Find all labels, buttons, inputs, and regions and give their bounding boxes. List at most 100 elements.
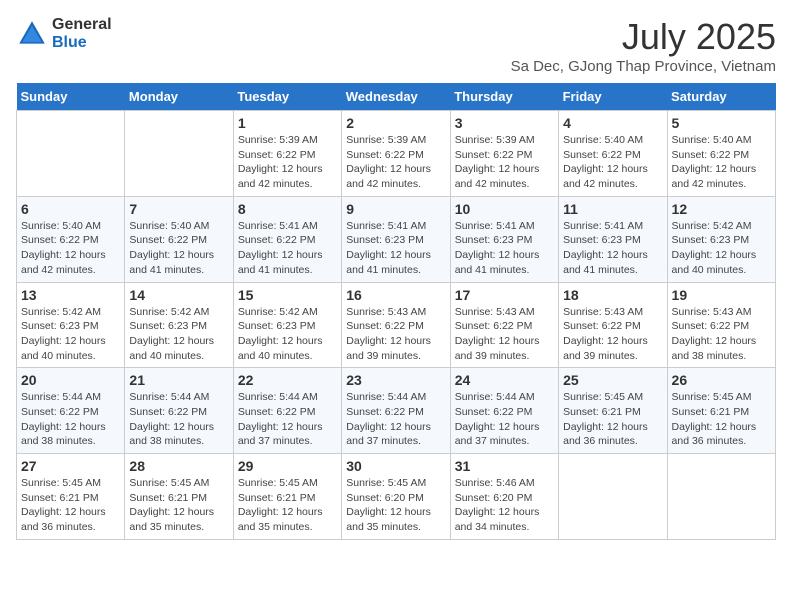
day-number: 2 bbox=[346, 115, 445, 131]
day-number: 7 bbox=[129, 201, 228, 217]
day-info: Sunrise: 5:41 AMSunset: 6:23 PMDaylight:… bbox=[455, 219, 554, 278]
logo-blue: Blue bbox=[52, 34, 112, 52]
table-cell: 9 Sunrise: 5:41 AMSunset: 6:23 PMDaylight… bbox=[342, 196, 450, 282]
logo-general: General bbox=[52, 16, 112, 34]
table-cell: 2 Sunrise: 5:39 AMSunset: 6:22 PMDaylight… bbox=[342, 111, 450, 197]
day-number: 25 bbox=[563, 372, 662, 388]
table-cell: 8Sunrise: 5:41 AMSunset: 6:22 PMDaylight… bbox=[233, 196, 341, 282]
day-info: Sunrise: 5:44 AMSunset: 6:22 PMDaylight:… bbox=[346, 390, 445, 449]
day-number: 3 bbox=[455, 115, 554, 131]
table-cell: 1Sunrise: 5:39 AMSunset: 6:22 PMDaylight… bbox=[233, 111, 341, 197]
table-cell: 5Sunrise: 5:40 AMSunset: 6:22 PMDaylight… bbox=[667, 111, 775, 197]
table-cell: 29 Sunrise: 5:45 AMSunset: 6:21 PMDayligh… bbox=[233, 454, 341, 540]
table-cell: 31 Sunrise: 5:46 AMSunset: 6:20 PMDayligh… bbox=[450, 454, 558, 540]
table-cell: 15 Sunrise: 5:42 AMSunset: 6:23 PMDayligh… bbox=[233, 282, 341, 368]
day-number: 30 bbox=[346, 458, 445, 474]
header-friday: Friday bbox=[559, 83, 667, 111]
day-info: Sunrise: 5:40 AMSunset: 6:22 PMDaylight:… bbox=[129, 219, 228, 278]
location-title: Sa Dec, GJong Thap Province, Vietnam bbox=[511, 58, 776, 75]
day-info: Sunrise: 5:43 AMSunset: 6:22 PMDaylight:… bbox=[672, 305, 771, 364]
week-row-4: 20 Sunrise: 5:44 AMSunset: 6:22 PMDayligh… bbox=[17, 368, 776, 454]
table-cell: 26Sunrise: 5:45 AMSunset: 6:21 PMDayligh… bbox=[667, 368, 775, 454]
table-cell: 3 Sunrise: 5:39 AMSunset: 6:22 PMDaylight… bbox=[450, 111, 558, 197]
day-number: 29 bbox=[238, 458, 337, 474]
day-info: Sunrise: 5:46 AMSunset: 6:20 PMDaylight:… bbox=[455, 476, 554, 535]
table-cell: 22 Sunrise: 5:44 AMSunset: 6:22 PMDayligh… bbox=[233, 368, 341, 454]
day-info: Sunrise: 5:43 AMSunset: 6:22 PMDaylight:… bbox=[455, 305, 554, 364]
day-number: 31 bbox=[455, 458, 554, 474]
day-info: Sunrise: 5:39 AMSunset: 6:22 PMDaylight:… bbox=[346, 133, 445, 192]
header-monday: Monday bbox=[125, 83, 233, 111]
day-number: 17 bbox=[455, 287, 554, 303]
table-cell: 20 Sunrise: 5:44 AMSunset: 6:22 PMDayligh… bbox=[17, 368, 125, 454]
day-info: Sunrise: 5:44 AMSunset: 6:22 PMDaylight:… bbox=[455, 390, 554, 449]
weekday-header-row: Sunday Monday Tuesday Wednesday Thursday… bbox=[17, 83, 776, 111]
day-number: 19 bbox=[672, 287, 771, 303]
day-number: 28 bbox=[129, 458, 228, 474]
calendar-table: Sunday Monday Tuesday Wednesday Thursday… bbox=[16, 83, 776, 540]
header-saturday: Saturday bbox=[667, 83, 775, 111]
table-cell: 13Sunrise: 5:42 AMSunset: 6:23 PMDayligh… bbox=[17, 282, 125, 368]
table-cell: 16 Sunrise: 5:43 AMSunset: 6:22 PMDayligh… bbox=[342, 282, 450, 368]
day-info: Sunrise: 5:42 AMSunset: 6:23 PMDaylight:… bbox=[672, 219, 771, 278]
day-number: 27 bbox=[21, 458, 120, 474]
day-info: Sunrise: 5:44 AMSunset: 6:22 PMDaylight:… bbox=[129, 390, 228, 449]
day-info: Sunrise: 5:45 AMSunset: 6:21 PMDaylight:… bbox=[21, 476, 120, 535]
table-cell: 6Sunrise: 5:40 AMSunset: 6:22 PMDaylight… bbox=[17, 196, 125, 282]
day-info: Sunrise: 5:43 AMSunset: 6:22 PMDaylight:… bbox=[563, 305, 662, 364]
table-cell: 11 Sunrise: 5:41 AMSunset: 6:23 PMDayligh… bbox=[559, 196, 667, 282]
table-cell: 14 Sunrise: 5:42 AMSunset: 6:23 PMDayligh… bbox=[125, 282, 233, 368]
week-row-3: 13Sunrise: 5:42 AMSunset: 6:23 PMDayligh… bbox=[17, 282, 776, 368]
week-row-5: 27 Sunrise: 5:45 AMSunset: 6:21 PMDayligh… bbox=[17, 454, 776, 540]
table-cell bbox=[125, 111, 233, 197]
header-tuesday: Tuesday bbox=[233, 83, 341, 111]
day-number: 11 bbox=[563, 201, 662, 217]
table-cell: 24 Sunrise: 5:44 AMSunset: 6:22 PMDayligh… bbox=[450, 368, 558, 454]
day-info: Sunrise: 5:42 AMSunset: 6:23 PMDaylight:… bbox=[21, 305, 120, 364]
table-cell: 17 Sunrise: 5:43 AMSunset: 6:22 PMDayligh… bbox=[450, 282, 558, 368]
day-number: 14 bbox=[129, 287, 228, 303]
day-info: Sunrise: 5:45 AMSunset: 6:21 PMDaylight:… bbox=[129, 476, 228, 535]
table-cell bbox=[559, 454, 667, 540]
day-number: 21 bbox=[129, 372, 228, 388]
table-cell: 30Sunrise: 5:45 AMSunset: 6:20 PMDayligh… bbox=[342, 454, 450, 540]
header-wednesday: Wednesday bbox=[342, 83, 450, 111]
day-info: Sunrise: 5:42 AMSunset: 6:23 PMDaylight:… bbox=[238, 305, 337, 364]
day-number: 22 bbox=[238, 372, 337, 388]
week-row-1: 1Sunrise: 5:39 AMSunset: 6:22 PMDaylight… bbox=[17, 111, 776, 197]
day-number: 18 bbox=[563, 287, 662, 303]
day-info: Sunrise: 5:42 AMSunset: 6:23 PMDaylight:… bbox=[129, 305, 228, 364]
table-cell bbox=[667, 454, 775, 540]
day-number: 20 bbox=[21, 372, 120, 388]
table-cell: 25 Sunrise: 5:45 AMSunset: 6:21 PMDayligh… bbox=[559, 368, 667, 454]
header-sunday: Sunday bbox=[17, 83, 125, 111]
day-info: Sunrise: 5:45 AMSunset: 6:21 PMDaylight:… bbox=[238, 476, 337, 535]
table-cell: 18 Sunrise: 5:43 AMSunset: 6:22 PMDayligh… bbox=[559, 282, 667, 368]
table-cell: 21 Sunrise: 5:44 AMSunset: 6:22 PMDayligh… bbox=[125, 368, 233, 454]
day-info: Sunrise: 5:41 AMSunset: 6:23 PMDaylight:… bbox=[346, 219, 445, 278]
header-thursday: Thursday bbox=[450, 83, 558, 111]
day-info: Sunrise: 5:44 AMSunset: 6:22 PMDaylight:… bbox=[21, 390, 120, 449]
day-number: 24 bbox=[455, 372, 554, 388]
title-area: July 2025 Sa Dec, GJong Thap Province, V… bbox=[511, 16, 776, 75]
day-number: 4 bbox=[563, 115, 662, 131]
day-info: Sunrise: 5:40 AMSunset: 6:22 PMDaylight:… bbox=[21, 219, 120, 278]
day-info: Sunrise: 5:45 AMSunset: 6:21 PMDaylight:… bbox=[563, 390, 662, 449]
table-cell: 27 Sunrise: 5:45 AMSunset: 6:21 PMDayligh… bbox=[17, 454, 125, 540]
day-info: Sunrise: 5:41 AMSunset: 6:22 PMDaylight:… bbox=[238, 219, 337, 278]
day-info: Sunrise: 5:43 AMSunset: 6:22 PMDaylight:… bbox=[346, 305, 445, 364]
month-title: July 2025 bbox=[511, 16, 776, 58]
day-number: 9 bbox=[346, 201, 445, 217]
day-info: Sunrise: 5:44 AMSunset: 6:22 PMDaylight:… bbox=[238, 390, 337, 449]
table-cell: 4Sunrise: 5:40 AMSunset: 6:22 PMDaylight… bbox=[559, 111, 667, 197]
week-row-2: 6Sunrise: 5:40 AMSunset: 6:22 PMDaylight… bbox=[17, 196, 776, 282]
day-info: Sunrise: 5:39 AMSunset: 6:22 PMDaylight:… bbox=[455, 133, 554, 192]
table-cell bbox=[17, 111, 125, 197]
table-cell: 12Sunrise: 5:42 AMSunset: 6:23 PMDayligh… bbox=[667, 196, 775, 282]
day-info: Sunrise: 5:40 AMSunset: 6:22 PMDaylight:… bbox=[672, 133, 771, 192]
day-number: 16 bbox=[346, 287, 445, 303]
table-cell: 28 Sunrise: 5:45 AMSunset: 6:21 PMDayligh… bbox=[125, 454, 233, 540]
logo: General Blue bbox=[16, 16, 112, 51]
day-number: 15 bbox=[238, 287, 337, 303]
day-info: Sunrise: 5:41 AMSunset: 6:23 PMDaylight:… bbox=[563, 219, 662, 278]
